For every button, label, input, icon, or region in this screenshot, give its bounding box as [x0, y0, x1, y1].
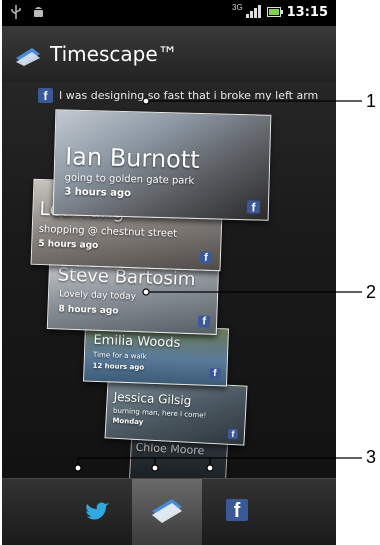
callout-lines	[74, 97, 362, 472]
callout-3: 3	[366, 447, 377, 467]
callout-2: 2	[366, 282, 377, 302]
callout-1: 1	[366, 91, 377, 111]
